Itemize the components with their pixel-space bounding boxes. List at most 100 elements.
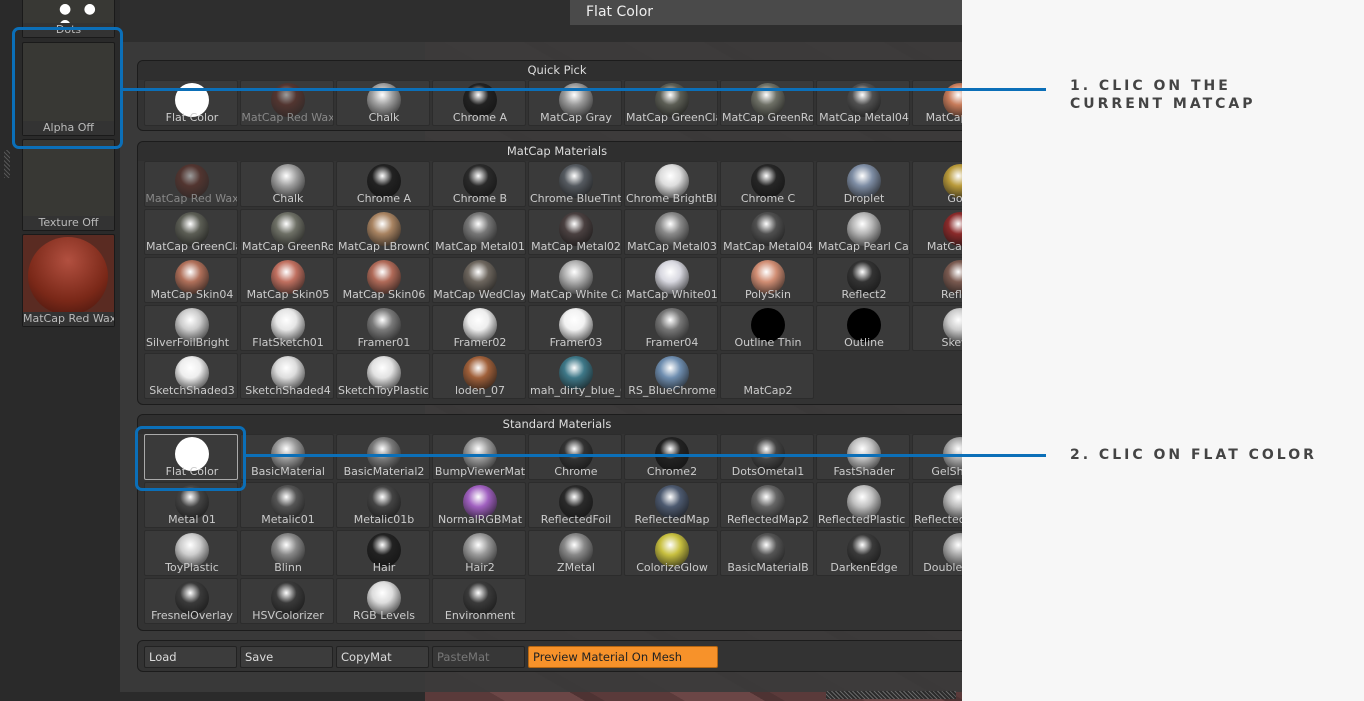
- material-label: Chrome: [554, 465, 598, 478]
- material-tile[interactable]: RGB Levels: [336, 578, 430, 624]
- material-tile[interactable]: SketchToyPlastic: [336, 353, 430, 399]
- material-tile[interactable]: Hair: [336, 530, 430, 576]
- material-tile[interactable]: MatCap Metal04: [720, 209, 814, 255]
- material-tile[interactable]: Metalic01: [240, 482, 334, 528]
- step1-line2: CURRENT MATCAP: [1070, 96, 1256, 112]
- material-tile[interactable]: BasicMaterial2: [336, 434, 430, 480]
- material-tile[interactable]: MatCap WedClay: [432, 257, 526, 303]
- material-tile[interactable]: NormalRGBMat: [432, 482, 526, 528]
- material-tile[interactable]: Reflect2: [816, 257, 910, 303]
- material-tile[interactable]: MatCap Red: [912, 209, 962, 255]
- material-tile[interactable]: Environment: [432, 578, 526, 624]
- material-tile[interactable]: DoubleShade: [912, 530, 962, 576]
- material-tile[interactable]: BumpViewerMat: [432, 434, 526, 480]
- material-tile[interactable]: BasicMaterialB: [720, 530, 814, 576]
- material-tile[interactable]: FastShader: [816, 434, 910, 480]
- palette-resize-handle[interactable]: [826, 691, 956, 699]
- material-tile[interactable]: ReflectedPlastic2: [912, 482, 962, 528]
- material-tile[interactable]: MatCap Skin05: [240, 257, 334, 303]
- material-tile[interactable]: MatCap2: [720, 353, 814, 399]
- material-tile[interactable]: MatCap Pearl Cavity: [816, 209, 910, 255]
- material-tile[interactable]: MatCap LBrownClay: [336, 209, 430, 255]
- material-label: MatCap WedClay: [433, 288, 526, 301]
- material-tile[interactable]: Chrome BlueTint: [528, 161, 622, 207]
- material-button[interactable]: MatCap Red Wax: [22, 234, 115, 327]
- material-tile[interactable]: MatCap Skin06: [336, 257, 430, 303]
- material-tile[interactable]: Metalic01b: [336, 482, 430, 528]
- material-tile[interactable]: Chalk: [240, 161, 334, 207]
- material-tile[interactable]: Framer02: [432, 305, 526, 351]
- material-tile[interactable]: Framer03: [528, 305, 622, 351]
- material-tile[interactable]: SilverFoilBright: [144, 305, 238, 351]
- material-tile[interactable]: Chrome: [528, 434, 622, 480]
- material-tile[interactable]: ToyPlastic: [144, 530, 238, 576]
- material-tile[interactable]: SketchShaded3: [144, 353, 238, 399]
- material-tile[interactable]: MatCap Red Wax: [144, 161, 238, 207]
- material-tile[interactable]: DarkenEdge: [816, 530, 910, 576]
- material-tile[interactable]: Chrome BrightBlur: [624, 161, 718, 207]
- material-tile[interactable]: BasicMaterial: [240, 434, 334, 480]
- material-tile[interactable]: Sketch: [912, 305, 962, 351]
- material-tile[interactable]: Chrome A: [336, 161, 430, 207]
- material-tile[interactable]: MatCap Metal01: [432, 209, 526, 255]
- material-tile[interactable]: Flat Color: [144, 80, 238, 126]
- material-tile[interactable]: ReflectedMap2: [720, 482, 814, 528]
- material-tile[interactable]: Framer04: [624, 305, 718, 351]
- material-tile[interactable]: ZMetal: [528, 530, 622, 576]
- material-tile[interactable]: RS_BlueChrome: [624, 353, 718, 399]
- material-tile[interactable]: PolySkin: [720, 257, 814, 303]
- material-tile[interactable]: Blinn: [240, 530, 334, 576]
- pastemat-button[interactable]: PasteMat: [432, 646, 525, 668]
- material-tile[interactable]: ReflectedPlastic: [816, 482, 910, 528]
- material-tile[interactable]: HSVColorizer: [240, 578, 334, 624]
- material-tile[interactable]: ReflectedMap: [624, 482, 718, 528]
- material-tile[interactable]: DotsOmetal1: [720, 434, 814, 480]
- material-tile[interactable]: ColorizeGlow: [624, 530, 718, 576]
- material-label: MatCap Skin04: [150, 288, 234, 301]
- material-tile[interactable]: Chalk: [336, 80, 430, 126]
- material-tile[interactable]: Droplet: [816, 161, 910, 207]
- material-tile[interactable]: loden_07: [432, 353, 526, 399]
- save-button[interactable]: Save: [240, 646, 333, 668]
- material-tile[interactable]: Chrome C: [720, 161, 814, 207]
- material-tile[interactable]: Hair2: [432, 530, 526, 576]
- texture-button[interactable]: Texture Off: [22, 139, 115, 231]
- material-tile[interactable]: Reflect: [912, 257, 962, 303]
- material-tile[interactable]: SketchShaded4: [240, 353, 334, 399]
- material-tile[interactable]: MatCap Gray: [528, 80, 622, 126]
- load-button[interactable]: Load: [144, 646, 237, 668]
- material-tile[interactable]: mah_dirty_blue_Chrome: [528, 353, 622, 399]
- quick-pick-section: Quick Pick Flat Color MatCap Red Wax Chalk…: [137, 60, 962, 131]
- material-label: MatCap Gray: [540, 111, 612, 124]
- material-tile[interactable]: Chrome2: [624, 434, 718, 480]
- material-tile[interactable]: Chrome B: [432, 161, 526, 207]
- material-tile[interactable]: MatCap White01: [624, 257, 718, 303]
- material-tile[interactable]: MatCap Metal03: [624, 209, 718, 255]
- material-tile[interactable]: MatCap White Cavity: [528, 257, 622, 303]
- material-tile[interactable]: Chrome A: [432, 80, 526, 126]
- material-tile[interactable]: MatCap Metal02: [528, 209, 622, 255]
- material-tile[interactable]: MatCap GreenClay: [624, 80, 718, 126]
- expand-arrow-icon[interactable]: [4, 128, 10, 138]
- material-tile[interactable]: Gold: [912, 161, 962, 207]
- material-tile[interactable]: MatCap GreenRock: [720, 80, 814, 126]
- material-tile[interactable]: Framer01: [336, 305, 430, 351]
- material-label: BumpViewerMat: [434, 465, 526, 478]
- matcap-title: MatCap Materials: [138, 142, 962, 161]
- preview-material-button[interactable]: Preview Material On Mesh: [528, 646, 718, 668]
- shelf-grip[interactable]: [4, 150, 10, 178]
- material-tile[interactable]: Outline: [816, 305, 910, 351]
- copymat-button[interactable]: CopyMat: [336, 646, 429, 668]
- material-tile[interactable]: ReflectedFoil: [528, 482, 622, 528]
- material-tile[interactable]: MatCap GreenRock: [240, 209, 334, 255]
- material-tile[interactable]: Outline Thin: [720, 305, 814, 351]
- material-tile[interactable]: FlatSketch01: [240, 305, 334, 351]
- highlight-flat-color: [135, 426, 246, 491]
- material-tile[interactable]: MatCap GreenClay: [144, 209, 238, 255]
- material-tile[interactable]: MatCap Skin04: [144, 257, 238, 303]
- material-tile[interactable]: FresnelOverlay: [144, 578, 238, 624]
- material-tile[interactable]: MatCap Metal04: [816, 80, 910, 126]
- material-tile[interactable]: MatCap Red Wax: [240, 80, 334, 126]
- material-tile[interactable]: MatCap Skin: [912, 80, 962, 126]
- material-tile[interactable]: GelShader: [912, 434, 962, 480]
